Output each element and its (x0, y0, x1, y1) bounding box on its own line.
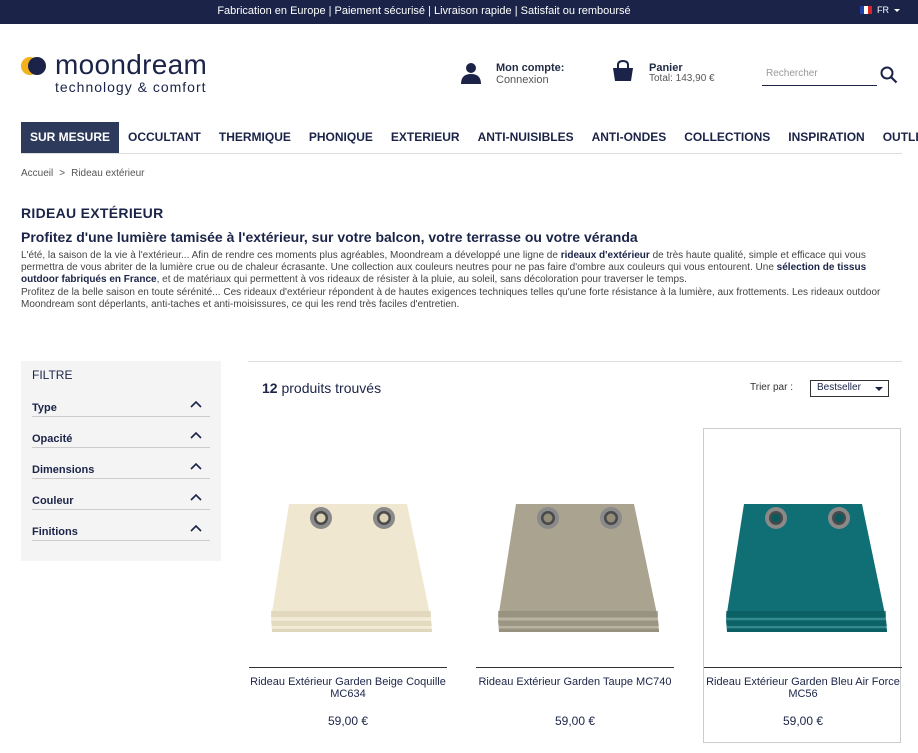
filter-label: Type (32, 402, 57, 414)
results-count-label: produits trouvés (281, 380, 382, 396)
filter-label: Finitions (32, 526, 78, 538)
description-bold-text: rideaux d'extérieur (560, 250, 650, 261)
grommet-icon (600, 507, 622, 529)
logo-tagline: technology & comfort (55, 79, 207, 95)
filter-couleur[interactable]: Couleur (32, 486, 210, 510)
nav-item-occultant[interactable]: OCCULTANT (119, 122, 210, 153)
main-nav: SUR MESURE OCCULTANT THERMIQUE PHONIQUE … (21, 122, 918, 154)
product-image[interactable] (476, 429, 674, 667)
product-name[interactable]: Rideau Extérieur Garden Beige Coquille M… (249, 676, 447, 700)
nav-item-exterieur[interactable]: EXTERIEUR (382, 122, 469, 153)
product-price: 59,00 € (554, 714, 596, 728)
filter-opacite[interactable]: Opacité (32, 424, 210, 448)
results-count-number: 12 (262, 380, 278, 396)
filter-finitions[interactable]: Finitions (32, 517, 210, 541)
chevron-up-icon (190, 431, 202, 439)
page-title: RIDEAU EXTÉRIEUR (21, 205, 164, 221)
curtain-illustration (726, 504, 887, 632)
product-divider (704, 667, 902, 668)
nav-item-outlet[interactable]: OUTLET (874, 122, 918, 153)
filter-dimensions[interactable]: Dimensions (32, 455, 210, 479)
grommet-icon (765, 507, 787, 529)
chevron-down-icon (875, 387, 883, 391)
chevron-up-icon (190, 400, 202, 408)
user-icon (461, 63, 481, 84)
breadcrumb: Accueil > Rideau extérieur (21, 168, 144, 179)
nav-item-thermique[interactable]: THERMIQUE (210, 122, 300, 153)
chevron-up-icon (190, 524, 202, 532)
sort-label: Trier par : (750, 382, 793, 393)
product-name[interactable]: Rideau Extérieur Garden Taupe MC740 (476, 676, 674, 688)
account-title: Mon compte: (496, 62, 565, 74)
french-flag-icon (860, 6, 872, 14)
chevron-up-icon (190, 493, 202, 501)
curtain-illustration (271, 504, 432, 632)
product-image[interactable] (704, 429, 902, 667)
grommet-icon (310, 507, 332, 529)
grommet-icon (828, 507, 850, 529)
search-input[interactable] (762, 62, 877, 86)
results-divider (248, 361, 902, 362)
product-name[interactable]: Rideau Extérieur Garden Bleu Air Force M… (704, 676, 902, 700)
breadcrumb-separator: > (59, 168, 66, 179)
filter-label: Couleur (32, 495, 74, 507)
nav-item-phonique[interactable]: PHONIQUE (300, 122, 382, 153)
results-count: 12 produits trouvés (262, 380, 381, 396)
nav-item-collections[interactable]: COLLECTIONS (675, 122, 779, 153)
chevron-down-icon (894, 8, 900, 12)
language-selector[interactable]: FR (860, 5, 900, 15)
sort-select[interactable]: Bestseller (810, 380, 889, 397)
filter-label: Dimensions (32, 464, 95, 476)
nav-item-anti-nuisibles[interactable]: ANTI-NUISIBLES (469, 122, 583, 153)
language-label: FR (877, 5, 889, 15)
top-bar: Fabrication en Europe | Paiement sécuris… (0, 0, 918, 24)
moon-logo-icon (21, 57, 46, 75)
cart-total: Total: 143,90 € (649, 73, 715, 84)
description-text: Profitez de la belle saison en toute sér… (21, 286, 881, 310)
product-divider (249, 667, 447, 668)
product-price: 59,00 € (327, 714, 369, 728)
top-bar-message: Fabrication en Europe | Paiement sécuris… (217, 5, 631, 17)
description-text: L'été, la saison de la vie à l'extérieur… (21, 250, 561, 261)
shopping-bag-icon (613, 60, 633, 81)
page-subtitle: Profitez d'une lumière tamisée à l'extér… (21, 229, 638, 245)
nav-item-inspiration[interactable]: INSPIRATION (779, 122, 873, 153)
filter-type[interactable]: Type (32, 393, 210, 417)
filter-title: FILTRE (32, 368, 73, 382)
chevron-up-icon (190, 462, 202, 470)
grommet-icon (373, 507, 395, 529)
curtain-illustration (498, 504, 659, 632)
search-icon[interactable] (880, 66, 898, 84)
nav-item-anti-ondes[interactable]: ANTI-ONDES (583, 122, 676, 153)
product-divider (476, 667, 674, 668)
product-card[interactable]: Rideau Extérieur Garden Bleu Air Force M… (703, 428, 902, 743)
filter-label: Opacité (32, 433, 73, 445)
product-price: 59,00 € (782, 714, 824, 728)
grommet-icon (537, 507, 559, 529)
nav-item-sur-mesure[interactable]: SUR MESURE (21, 122, 120, 153)
logo-name: moondream (55, 49, 208, 80)
description-text: , et de matériaux qui permettent à vos r… (156, 274, 687, 286)
sort-value: Bestseller (817, 382, 861, 393)
breadcrumb-current: Rideau extérieur (71, 168, 145, 179)
breadcrumb-home[interactable]: Accueil (21, 168, 53, 179)
account-login: Connexion (496, 74, 549, 86)
product-image[interactable] (249, 429, 447, 667)
page-description: L'été, la saison de la vie à l'extérieur… (21, 250, 896, 311)
filter-panel: FILTRE Type Opacité Dimensions Couleur F… (21, 361, 221, 561)
